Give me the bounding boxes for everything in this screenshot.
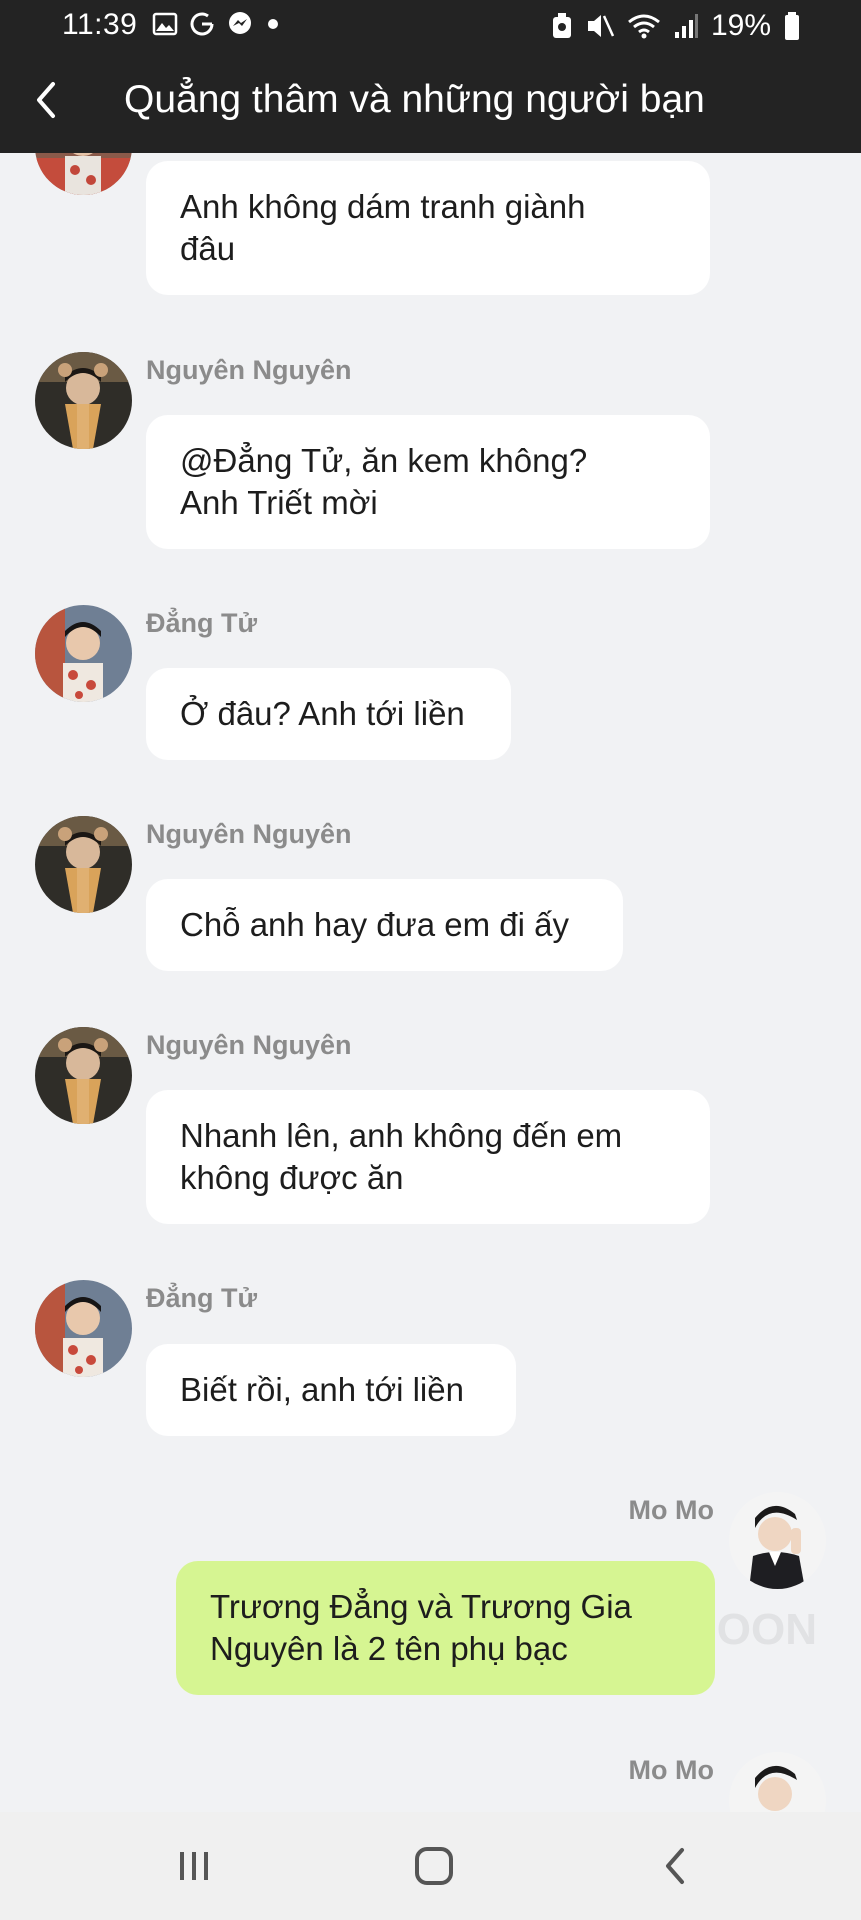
message-bubble[interactable]: Chỗ anh hay đưa em đi ấy xyxy=(146,879,623,971)
avatar[interactable] xyxy=(729,1752,826,1812)
status-bar: 11:39 19% xyxy=(0,0,861,52)
g-icon xyxy=(190,12,214,36)
avatar[interactable] xyxy=(35,1027,132,1124)
chat-messages[interactable]: Anh không dám tranh giành đâu Nguyên Ngu… xyxy=(0,153,861,1812)
chevron-left-icon xyxy=(37,82,55,118)
navigation-bar xyxy=(0,1812,861,1920)
sender-name: Nguyên Nguyên xyxy=(146,355,352,385)
sender-name: Đẳng Tử xyxy=(146,1283,258,1313)
battery-percent: 19% xyxy=(710,9,771,42)
avatar[interactable] xyxy=(35,352,132,449)
message-bubble[interactable]: Ở đâu? Anh tới liền xyxy=(146,668,511,760)
battery-icon xyxy=(785,12,799,40)
avatar[interactable] xyxy=(35,1280,132,1377)
message-text: @Đẳng Tử, ăn kem không? Anh Triết mời xyxy=(180,442,588,521)
message-text: Nhanh lên, anh không đến em không được ă… xyxy=(180,1117,623,1196)
avatar[interactable] xyxy=(35,153,132,195)
messenger-icon xyxy=(229,12,251,34)
recent-apps-button[interactable] xyxy=(164,1836,224,1896)
message-bubble[interactable]: Trương Đẳng và Trương Gia Nguyên là 2 tê… xyxy=(176,1561,715,1695)
sender-name: Mo Mo xyxy=(628,1755,714,1785)
sender-name: Nguyên Nguyên xyxy=(146,819,352,849)
image-icon xyxy=(152,12,178,36)
message-text: Anh không dám tranh giành đâu xyxy=(180,188,586,267)
message-bubble[interactable]: Biết rồi, anh tới liền xyxy=(146,1344,516,1436)
message-bubble[interactable]: Anh không dám tranh giành đâu xyxy=(146,161,710,295)
watermark: OON xyxy=(716,1605,817,1654)
status-right-icons: 19% xyxy=(551,9,801,43)
message-text: Biết rồi, anh tới liền xyxy=(180,1371,464,1408)
sender-name: Đẳng Tử xyxy=(146,608,258,638)
wifi-icon xyxy=(628,14,660,39)
home-icon xyxy=(415,1847,453,1885)
recycle-icon xyxy=(552,13,571,38)
avatar[interactable] xyxy=(35,816,132,913)
avatar[interactable] xyxy=(729,1492,826,1589)
dot-icon xyxy=(268,19,278,29)
chat-title: Quẳng thâm và những người bạn xyxy=(124,78,705,121)
message-text: Chỗ anh hay đưa em đi ấy xyxy=(180,906,569,943)
mute-icon xyxy=(587,15,615,37)
message-bubble[interactable]: Nhanh lên, anh không đến em không được ă… xyxy=(146,1090,710,1224)
home-button[interactable] xyxy=(404,1836,464,1896)
message-text: Trương Đẳng và Trương Gia Nguyên là 2 tê… xyxy=(210,1588,632,1667)
message-bubble[interactable]: @Đẳng Tử, ăn kem không? Anh Triết mời xyxy=(146,415,710,549)
signal-icon xyxy=(674,14,698,38)
status-left-icons xyxy=(152,10,282,38)
chat-app: 11:39 19% Quẳng thâm và những người bạn … xyxy=(0,0,861,1920)
sender-name: Nguyên Nguyên xyxy=(146,1030,352,1060)
back-nav-button[interactable] xyxy=(646,1836,706,1896)
header-bar: Quẳng thâm và những người bạn xyxy=(0,62,861,142)
sender-name: Mo Mo xyxy=(628,1495,714,1525)
back-button[interactable] xyxy=(18,72,74,128)
message-text: Ở đâu? Anh tới liền xyxy=(180,695,465,732)
top-bar: 11:39 19% Quẳng thâm và những người bạn xyxy=(0,0,861,153)
status-time: 11:39 xyxy=(62,8,138,41)
back-icon xyxy=(666,1848,684,1884)
recent-apps-icon xyxy=(180,1852,208,1880)
avatar[interactable] xyxy=(35,605,132,702)
